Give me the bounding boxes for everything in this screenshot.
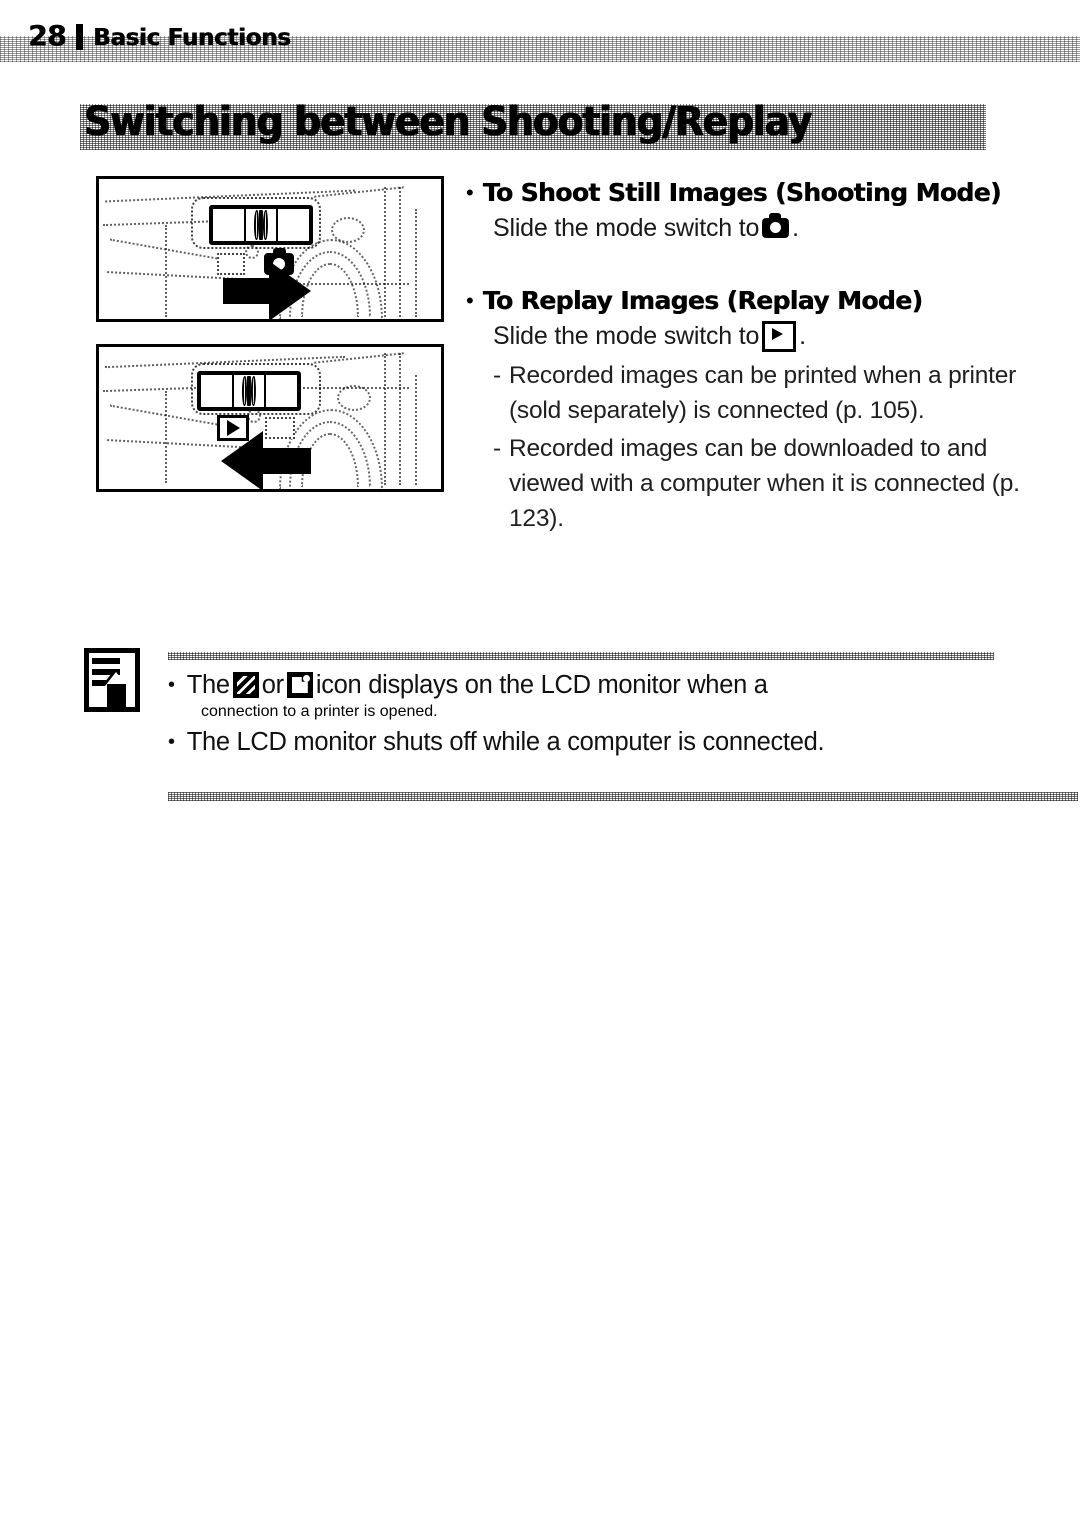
running-head-title: Basic Functions (92, 25, 291, 51)
note-divider-top (168, 652, 994, 660)
replay-sub-item: - Recorded images can be printed when a … (493, 358, 1026, 429)
note-item: • The LCD monitor shuts off while a comp… (168, 725, 994, 760)
print-transfer-icon (286, 672, 313, 698)
replay-mode-heading: To Replay Images (Replay Mode) (482, 286, 923, 315)
page-title: Switching between Shooting/Replay (84, 99, 812, 145)
replay-sub-item-text: Recorded images can be downloaded to and… (508, 434, 1020, 533)
note-item-text: The or icon displays on the LCD monitor wh… (187, 668, 768, 703)
bullet-dot: • (168, 674, 175, 696)
camera-icon (762, 213, 790, 238)
note-item-continuation: connection to a printer is opened. (201, 702, 438, 720)
bullet-dot: • (168, 730, 175, 753)
shooting-instruction-text: Slide the mode switch to (493, 214, 760, 242)
replay-mode-instruction: Slide the mode switch to . (493, 318, 1026, 354)
shooting-mode-instruction: Slide the mode switch to . (493, 210, 1026, 246)
shooting-mode-block: • To Shoot Still Images (Shooting Mode) … (466, 176, 1026, 246)
note-block: • The or icon displays on the LCD monitor … (84, 644, 1078, 801)
dash-marker: - (493, 362, 501, 389)
note-item-text: The LCD monitor shuts off while a comput… (186, 727, 825, 756)
running-header: 28 Basic Functions (28, 19, 291, 52)
memo-pencil-icon (84, 648, 140, 712)
replay-instruction-period: . (799, 322, 806, 350)
replay-instruction-text: Slide the mode switch to (493, 322, 760, 350)
instructions-column: • To Shoot Still Images (Shooting Mode) … (466, 176, 1026, 542)
replay-mode-switch-illustration (96, 344, 444, 492)
manual-page: 28 Basic Functions Switching between Sho… (0, 0, 1080, 1529)
dash-marker: - (493, 434, 501, 462)
note-divider-bottom (168, 792, 1078, 801)
shooting-mode-heading: To Shoot Still Images (Shooting Mode) (482, 178, 1002, 207)
shooting-instruction-period: . (792, 214, 799, 242)
replay-mode-block: • To Replay Images (Replay Mode) Slide t… (466, 284, 1026, 536)
note-text-before-icons: The (186, 671, 230, 699)
shooting-mode-switch-illustration (96, 176, 444, 322)
play-icon (762, 320, 797, 352)
replay-sub-item-text: Recorded images can be printed when a pr… (508, 362, 1017, 425)
replay-sub-item: - Recorded images can be downloaded to a… (493, 431, 1026, 537)
note-item: • The or icon displays on the LCD monitor … (168, 668, 994, 703)
bullet-dot: • (466, 180, 474, 205)
bullet-dot: • (466, 288, 474, 313)
page-number: 28 (28, 19, 66, 52)
header-divider-bar (75, 24, 83, 50)
note-conjunction: or (261, 671, 284, 699)
note-text-after-icons: icon displays on the LCD monitor when a (315, 671, 768, 699)
print-order-icon (232, 672, 259, 698)
